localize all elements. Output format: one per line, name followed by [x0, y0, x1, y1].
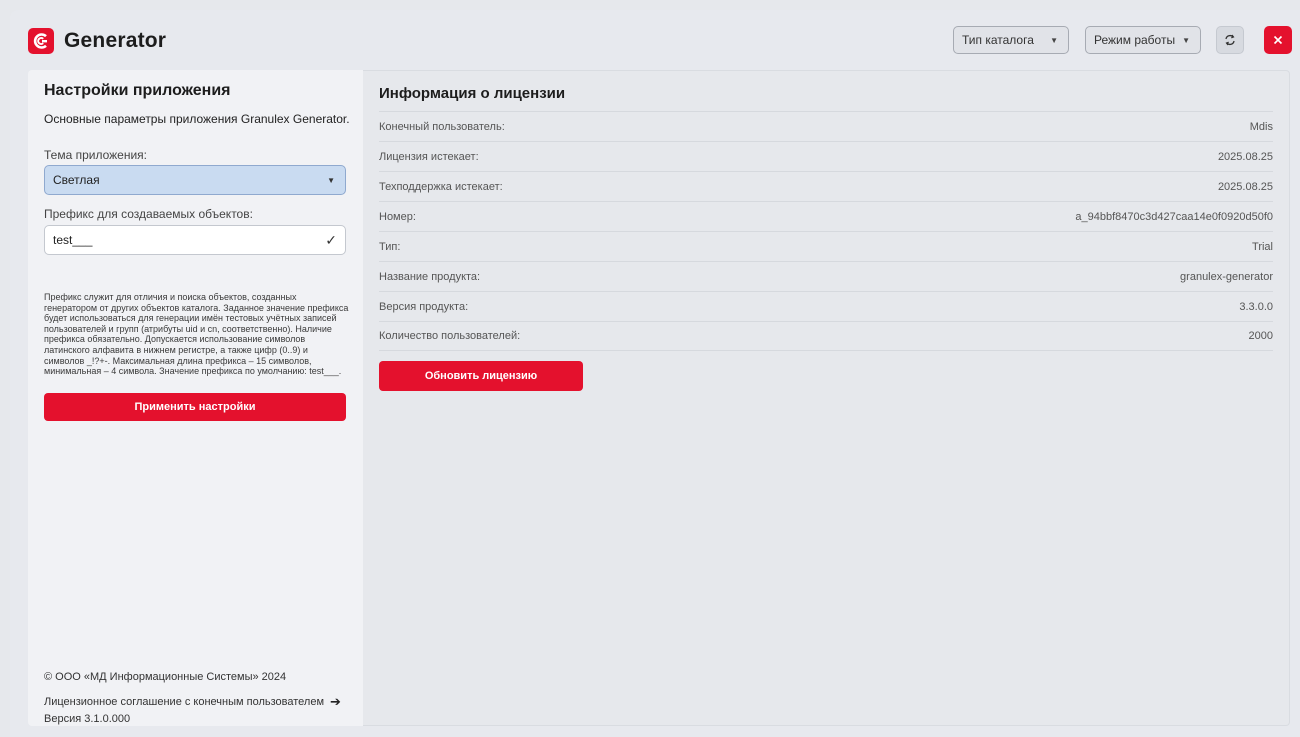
settings-title: Настройки приложения — [44, 82, 231, 99]
renew-license-button[interactable]: Обновить лицензию — [379, 361, 583, 391]
close-icon — [1273, 35, 1283, 45]
prefix-help-text: Префикс служит для отличия и поиска объе… — [44, 292, 349, 377]
license-row-value: 2025.08.25 — [1217, 150, 1273, 163]
app-header: Generator Тип каталога ▼ Режим работы ▼ — [10, 10, 1300, 70]
license-row-value: 2000 — [1248, 330, 1273, 342]
license-row-label: Тип: — [379, 240, 401, 253]
license-row-label: Название продукта: — [379, 270, 481, 283]
apply-settings-button[interactable]: Применить настройки — [44, 393, 346, 421]
eula-link[interactable]: Лицензионное соглашение с конечным польз… — [44, 694, 341, 710]
license-row-value: 3.3.0.0 — [1239, 300, 1273, 313]
settings-subtitle: Основные параметры приложения Granulex G… — [44, 112, 350, 126]
theme-label: Тема приложения: — [44, 148, 148, 162]
chevron-down-icon: ▼ — [327, 176, 335, 185]
license-row-license-expires: Лицензия истекает: 2025.08.25 — [379, 141, 1273, 171]
app-title: Generator — [64, 29, 167, 52]
license-row-product-name: Название продукта: granulex-generator — [379, 261, 1273, 291]
generator-logo-icon — [28, 28, 54, 54]
chevron-down-icon: ▼ — [1050, 36, 1058, 45]
eula-link-label: Лицензионное соглашение с конечным польз… — [44, 696, 325, 708]
license-row-label: Количество пользователей: — [379, 330, 521, 342]
app-window: Generator Тип каталога ▼ Режим работы ▼ … — [10, 10, 1300, 737]
close-button[interactable] — [1264, 26, 1292, 54]
license-row-label: Конечный пользователь: — [379, 120, 505, 133]
license-row-label: Номер: — [379, 210, 416, 223]
license-row-end-user: Конечный пользователь: Mdis — [379, 111, 1273, 141]
mode-select-label: Режим работы — [1094, 33, 1176, 47]
license-row-number: Номер: a_94bbf8470c3d427caa14e0f0920d50f… — [379, 201, 1273, 231]
theme-select[interactable]: Светлая ▼ — [44, 165, 346, 195]
settings-panel: Настройки приложения Основные параметры … — [28, 70, 363, 726]
license-row-value: 2025.08.25 — [1217, 180, 1273, 193]
license-row-user-count: Количество пользователей: 2000 — [379, 321, 1273, 351]
license-row-value: a_94bbf8470c3d427caa14e0f0920d50f0 — [1075, 210, 1273, 223]
prefix-label: Префикс для создаваемых объектов: — [44, 207, 253, 221]
catalog-type-select[interactable]: Тип каталога ▼ — [953, 26, 1069, 54]
checkmark-icon: ✓ — [325, 232, 337, 248]
license-title: Информация о лицензии — [379, 85, 566, 102]
copyright-text: © ООО «МД Информационные Системы» 2024 — [44, 671, 287, 683]
prefix-input[interactable]: test___ ✓ — [44, 225, 346, 255]
theme-select-value: Светлая — [53, 173, 100, 187]
catalog-type-select-label: Тип каталога — [962, 33, 1034, 47]
license-row-value: Mdis — [1249, 120, 1273, 133]
license-info-list: Конечный пользователь: Mdis Лицензия ист… — [379, 111, 1273, 351]
license-row-label: Техподдержка истекает: — [379, 180, 503, 193]
arrow-right-icon: ➔ — [330, 694, 341, 709]
license-row-label: Версия продукта: — [379, 300, 469, 313]
mode-select[interactable]: Режим работы ▼ — [1085, 26, 1201, 54]
chevron-down-icon: ▼ — [1182, 36, 1190, 45]
prefix-input-value: test___ — [53, 233, 93, 247]
app-version: Версия 3.1.0.000 — [44, 713, 131, 725]
license-panel: Информация о лицензии Конечный пользоват… — [363, 70, 1290, 726]
app-logo: Generator — [28, 28, 166, 54]
refresh-button[interactable] — [1216, 26, 1244, 54]
license-row-type: Тип: Trial — [379, 231, 1273, 261]
license-row-product-version: Версия продукта: 3.3.0.0 — [379, 291, 1273, 321]
license-row-support-expires: Техподдержка истекает: 2025.08.25 — [379, 171, 1273, 201]
license-row-value: granulex-generator — [1180, 270, 1273, 283]
license-row-value: Trial — [1252, 240, 1273, 253]
refresh-link-icon — [1225, 34, 1235, 46]
license-row-label: Лицензия истекает: — [379, 150, 479, 163]
